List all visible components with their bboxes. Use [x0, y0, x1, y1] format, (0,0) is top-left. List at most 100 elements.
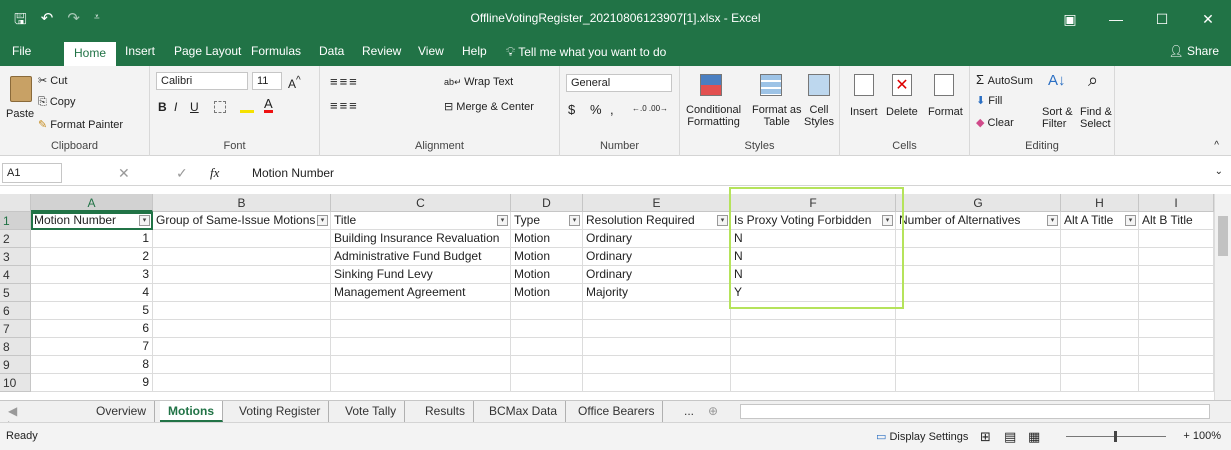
font-color-icon[interactable]: A	[264, 97, 273, 113]
row-header[interactable]: 8	[0, 338, 31, 356]
fill-button[interactable]: ⬇ Fill	[976, 94, 1002, 107]
table-cell[interactable]	[896, 320, 1061, 338]
table-cell[interactable]	[896, 266, 1061, 284]
column-header-e[interactable]: E	[583, 194, 731, 212]
format-as-table-button[interactable]: Format as Table	[752, 104, 802, 128]
table-cell[interactable]	[511, 338, 583, 356]
tab-home[interactable]: Home	[64, 42, 117, 68]
italic-button[interactable]: I	[174, 100, 177, 114]
font-name-dropdown[interactable]: Calibri	[156, 72, 248, 90]
table-cell[interactable]	[331, 338, 511, 356]
formula-input[interactable]: Motion Number	[252, 166, 334, 180]
table-cell[interactable]	[583, 374, 731, 392]
sort-filter-icon[interactable]: A↓	[1048, 72, 1066, 89]
copy-button[interactable]: ⎘ Copy	[38, 96, 76, 109]
name-box[interactable]: A1	[2, 163, 62, 183]
table-cell[interactable]	[331, 320, 511, 338]
delete-cells-icon[interactable]: ✕	[892, 74, 912, 96]
cell-styles-button[interactable]: Cell Styles	[804, 104, 834, 128]
format-as-table-icon[interactable]	[760, 74, 782, 96]
tab-data[interactable]: Data	[319, 44, 344, 58]
tell-me-search[interactable]: 💡︎ Tell me what you want to do	[506, 44, 666, 60]
column-header-a[interactable]: A	[31, 194, 153, 212]
expand-formula-bar-icon[interactable]: ⌄	[1215, 166, 1223, 177]
table-cell[interactable]	[583, 356, 731, 374]
number-format-dropdown[interactable]: General	[566, 74, 672, 92]
magnifier-icon[interactable]: ⌕	[1088, 70, 1098, 91]
table-cell[interactable]	[896, 356, 1061, 374]
page-layout-view-icon[interactable]: ▤	[1004, 429, 1016, 445]
table-cell[interactable]	[1139, 338, 1214, 356]
table-cell[interactable]: Administrative Fund Budget	[331, 248, 511, 266]
insert-cells-icon[interactable]	[854, 74, 874, 96]
table-cell[interactable]	[1061, 266, 1139, 284]
table-cell[interactable]	[153, 338, 331, 356]
table-cell[interactable]: 3	[31, 266, 153, 284]
sheet-tab-bcmax-data[interactable]: BCMax Data	[481, 401, 567, 422]
table-cell[interactable]	[731, 374, 896, 392]
filter-dropdown-icon[interactable]: ▾	[1125, 215, 1136, 226]
table-cell[interactable]: Ordinary	[583, 266, 731, 284]
filter-dropdown-icon[interactable]: ▾	[569, 215, 580, 226]
header-cell-type[interactable]: Type ▾	[511, 212, 583, 230]
header-cell-resolution[interactable]: Resolution Required ▾	[583, 212, 731, 230]
underline-button[interactable]: U	[190, 100, 199, 114]
tab-page-layout[interactable]: Page Layout	[174, 44, 241, 58]
scroll-tabs-left-icon[interactable]: ◀ ▶	[0, 401, 36, 432]
table-cell[interactable]	[1061, 302, 1139, 320]
row-header[interactable]: 1	[0, 212, 31, 230]
paste-button[interactable]: Paste	[6, 108, 34, 120]
scrollbar-thumb[interactable]	[1218, 216, 1228, 256]
header-cell-proxy-forbidden[interactable]: Is Proxy Voting Forbidden ▾	[731, 212, 896, 230]
table-cell[interactable]: Motion	[511, 248, 583, 266]
column-header-b[interactable]: B	[153, 194, 331, 212]
share-button[interactable]: 👤︎ Share	[1168, 44, 1219, 58]
horizontal-align-icons[interactable]: ≡≡≡	[330, 98, 359, 113]
filter-dropdown-icon[interactable]: ▾	[717, 215, 728, 226]
table-cell[interactable]	[153, 302, 331, 320]
table-cell[interactable]: 4	[31, 284, 153, 302]
table-cell[interactable]	[331, 356, 511, 374]
table-cell[interactable]	[1061, 374, 1139, 392]
zoom-level[interactable]: + 100%	[1183, 430, 1221, 442]
borders-icon[interactable]	[214, 101, 226, 113]
zoom-slider-thumb[interactable]	[1114, 431, 1117, 442]
insert-button[interactable]: Insert	[850, 106, 878, 118]
row-header[interactable]: 5	[0, 284, 31, 302]
table-cell[interactable]	[511, 356, 583, 374]
column-header-i[interactable]: I	[1139, 194, 1214, 212]
table-cell[interactable]	[731, 356, 896, 374]
more-sheets-button[interactable]: ...	[676, 401, 702, 422]
fill-color-icon[interactable]	[240, 101, 254, 113]
table-cell[interactable]	[1139, 356, 1214, 374]
find-select-button[interactable]: Find & Select	[1080, 106, 1112, 130]
tab-formulas[interactable]: Formulas	[251, 44, 301, 58]
table-cell[interactable]	[1139, 248, 1214, 266]
page-break-view-icon[interactable]: ▦	[1028, 429, 1040, 445]
table-cell[interactable]: 8	[31, 356, 153, 374]
sheet-tab-results[interactable]: Results	[417, 401, 475, 422]
table-cell[interactable]: Motion	[511, 230, 583, 248]
table-cell[interactable]	[896, 338, 1061, 356]
column-header-c[interactable]: C	[331, 194, 511, 212]
tab-view[interactable]: View	[418, 44, 444, 58]
table-cell[interactable]: Motion	[511, 284, 583, 302]
table-cell[interactable]	[153, 284, 331, 302]
table-cell[interactable]	[583, 302, 731, 320]
sheet-tab-office-bearers[interactable]: Office Bearers	[570, 401, 664, 422]
comma-button[interactable]: ,	[610, 102, 614, 117]
cancel-entry-icon[interactable]: ✕	[118, 165, 130, 182]
table-cell[interactable]	[1139, 302, 1214, 320]
delete-button[interactable]: Delete	[886, 106, 918, 118]
table-cell[interactable]	[153, 266, 331, 284]
sheet-tab-overview[interactable]: Overview	[88, 401, 156, 422]
table-cell[interactable]: 2	[31, 248, 153, 266]
table-cell[interactable]: Motion	[511, 266, 583, 284]
table-cell[interactable]	[153, 248, 331, 266]
wrap-text-button[interactable]: ab↵ Wrap Text	[444, 76, 513, 88]
table-cell[interactable]: 5	[31, 302, 153, 320]
table-cell[interactable]	[896, 248, 1061, 266]
table-cell[interactable]	[153, 356, 331, 374]
table-cell[interactable]	[1061, 230, 1139, 248]
table-cell[interactable]: Sinking Fund Levy	[331, 266, 511, 284]
